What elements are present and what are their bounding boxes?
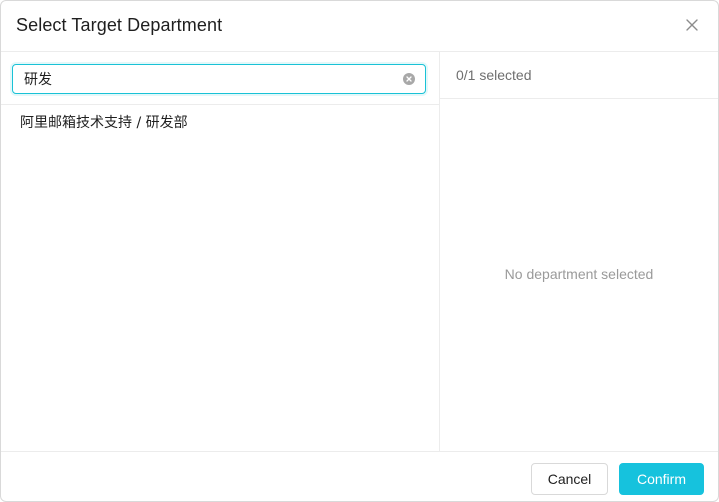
cancel-button[interactable]: Cancel	[531, 463, 608, 495]
close-icon[interactable]	[684, 17, 700, 33]
empty-state-text: No department selected	[504, 266, 654, 282]
department-search-pane: 阿里邮箱技术支持 / 研发部	[1, 52, 440, 451]
search-input[interactable]	[12, 64, 426, 94]
selected-pane: 0/1 selected No department selected	[440, 52, 718, 451]
select-department-dialog: Select Target Department 阿里邮箱技术支持 / 研发部 …	[0, 0, 719, 502]
list-item[interactable]: 阿里邮箱技术支持 / 研发部	[1, 105, 439, 141]
search-result-list: 阿里邮箱技术支持 / 研发部	[1, 105, 439, 141]
dialog-footer: Cancel Confirm	[1, 451, 718, 501]
selected-header: 0/1 selected	[440, 52, 718, 99]
dialog-header: Select Target Department	[1, 1, 718, 52]
dialog-title: Select Target Department	[16, 15, 223, 35]
confirm-button[interactable]: Confirm	[619, 463, 704, 495]
selected-count: 0/1 selected	[456, 67, 532, 83]
clear-circle-icon[interactable]	[403, 73, 415, 85]
search-bar	[1, 52, 439, 105]
